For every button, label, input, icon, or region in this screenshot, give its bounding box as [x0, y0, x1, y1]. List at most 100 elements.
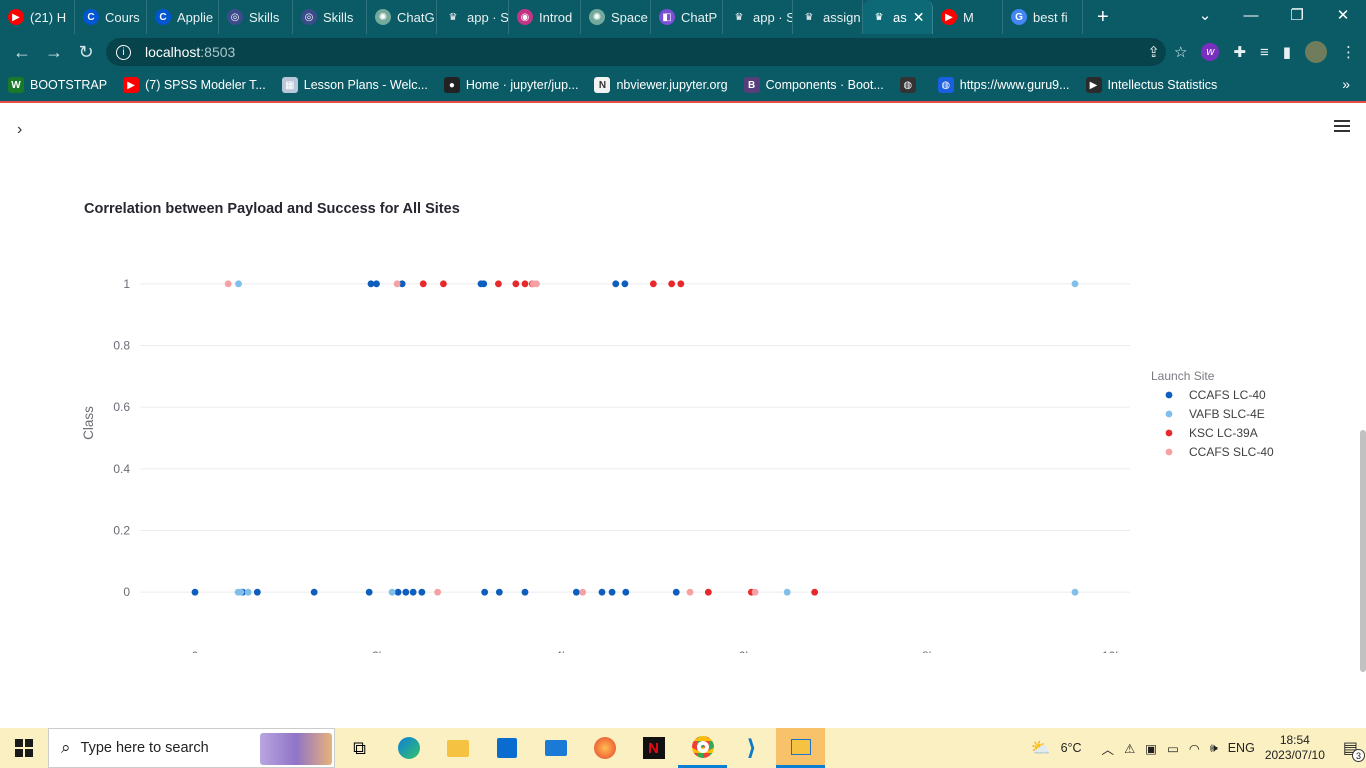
- network-warning-icon[interactable]: ⚠: [1124, 741, 1135, 756]
- data-point[interactable]: [224, 280, 232, 288]
- data-point[interactable]: [244, 588, 252, 596]
- data-point[interactable]: [480, 280, 488, 288]
- data-point[interactable]: [440, 280, 447, 288]
- weather-temp[interactable]: 6°C: [1061, 741, 1082, 755]
- bookmark-1[interactable]: ▶ (7) SPSS Modeler T...: [115, 77, 274, 93]
- bookmark-0[interactable]: W BOOTSTRAP: [0, 77, 115, 93]
- data-point[interactable]: [495, 280, 502, 288]
- bookmark-2[interactable]: ▦ Lesson Plans - Welc...: [274, 77, 436, 93]
- data-point[interactable]: [481, 588, 489, 596]
- bookmark-6[interactable]: ◍: [892, 77, 930, 93]
- scatter-chart[interactable]: 00.20.40.60.8102k4k6k8k10kPayload Mass (…: [0, 253, 1340, 653]
- tab-8[interactable]: ✺ Space: [581, 0, 651, 34]
- meet-now-icon[interactable]: ▣: [1145, 741, 1157, 756]
- data-point[interactable]: [237, 588, 245, 596]
- data-point[interactable]: [621, 280, 629, 288]
- page-scrollbar[interactable]: [1360, 430, 1366, 672]
- bookmark-8[interactable]: ▶ Intellectus Statistics: [1078, 77, 1226, 93]
- data-point[interactable]: [365, 588, 373, 596]
- legend-marker[interactable]: [1165, 429, 1173, 437]
- data-point[interactable]: [1071, 588, 1079, 596]
- chrome-icon[interactable]: [678, 728, 727, 768]
- tab-10[interactable]: ♛ app · S: [723, 0, 793, 34]
- main-menu-icon[interactable]: [1334, 120, 1350, 135]
- show-hidden-icons-icon[interactable]: ︿: [1102, 739, 1115, 758]
- data-point[interactable]: [1071, 280, 1079, 288]
- bookmarks-overflow-icon[interactable]: »: [1342, 76, 1350, 92]
- close-tab-icon[interactable]: ✕: [913, 9, 925, 26]
- tab-5[interactable]: ✺ ChatG: [367, 0, 437, 34]
- menu-kebab-icon[interactable]: ⋮: [1341, 43, 1356, 61]
- tab-11[interactable]: ♛ assign: [793, 0, 863, 34]
- taskbar-search-box[interactable]: ⌕ Type here to search: [48, 728, 335, 768]
- tab-14[interactable]: Gbest fi: [1003, 0, 1083, 34]
- data-point[interactable]: [394, 588, 402, 596]
- data-point[interactable]: [649, 280, 657, 288]
- data-point[interactable]: [668, 280, 676, 288]
- new-tab-button[interactable]: +: [1083, 6, 1123, 29]
- legend-item-label[interactable]: VAFB SLC-4E: [1189, 407, 1265, 421]
- wifi-icon[interactable]: ◠: [1189, 741, 1200, 756]
- data-point[interactable]: [572, 588, 580, 596]
- data-point[interactable]: [612, 280, 620, 288]
- weather-icon[interactable]: ⛅: [1031, 738, 1051, 758]
- legend-item-label[interactable]: CCAFS LC-40: [1189, 388, 1266, 402]
- data-point[interactable]: [373, 280, 380, 288]
- data-point[interactable]: [751, 588, 759, 596]
- legend-marker[interactable]: [1165, 391, 1173, 399]
- sidebar-expand-chevron-icon[interactable]: ›: [17, 121, 22, 139]
- data-point[interactable]: [579, 588, 587, 596]
- data-point[interactable]: [419, 280, 427, 288]
- data-point[interactable]: [393, 280, 401, 288]
- volume-icon[interactable]: 🕪: [1210, 741, 1218, 756]
- data-point[interactable]: [677, 280, 685, 288]
- vscode-icon[interactable]: ⟩: [727, 728, 776, 768]
- onedrive-folder-icon[interactable]: [776, 728, 825, 768]
- language-indicator[interactable]: ENG: [1228, 741, 1255, 755]
- data-point[interactable]: [811, 588, 819, 596]
- tab-1[interactable]: C Cours: [75, 0, 147, 34]
- share-icon[interactable]: ⇪: [1147, 43, 1160, 61]
- bookmark-7[interactable]: ◍ https://www.guru9...: [930, 77, 1078, 93]
- data-point[interactable]: [409, 588, 417, 596]
- firefox-icon[interactable]: [580, 728, 629, 768]
- bookmark-3[interactable]: ● Home · jupyter/jup...: [436, 77, 587, 93]
- data-point[interactable]: [402, 588, 410, 596]
- side-panel-icon[interactable]: ▮: [1283, 43, 1291, 61]
- legend-marker[interactable]: [1165, 448, 1173, 456]
- task-view-icon[interactable]: ⧉: [335, 728, 384, 768]
- data-point[interactable]: [418, 588, 426, 596]
- data-point[interactable]: [704, 588, 712, 596]
- data-point[interactable]: [235, 280, 242, 288]
- data-point[interactable]: [495, 588, 503, 596]
- bookmark-5[interactable]: B Components · Boot...: [736, 77, 892, 93]
- legend-item-label[interactable]: KSC LC-39A: [1189, 426, 1258, 440]
- data-point[interactable]: [533, 280, 540, 288]
- microsoft-store-icon[interactable]: [482, 728, 531, 768]
- extension-w-icon[interactable]: w: [1201, 43, 1220, 61]
- reload-icon[interactable]: ↻: [70, 36, 102, 68]
- address-bar[interactable]: i localhost:8503: [106, 38, 1166, 66]
- data-point[interactable]: [253, 588, 261, 596]
- forward-icon[interactable]: →: [38, 36, 70, 68]
- netflix-icon[interactable]: N: [629, 728, 678, 768]
- edge-icon[interactable]: [384, 728, 433, 768]
- tab-13[interactable]: ▶ M: [933, 0, 1003, 34]
- notifications-icon[interactable]: ▤ 3: [1343, 738, 1365, 762]
- data-point[interactable]: [622, 588, 630, 596]
- reading-list-icon[interactable]: ≡: [1260, 44, 1269, 61]
- back-icon[interactable]: ←: [6, 36, 38, 68]
- data-point[interactable]: [672, 588, 680, 596]
- bookmark-4[interactable]: Nnbviewer.jupyter.org: [586, 77, 735, 93]
- tab-search-icon[interactable]: ⌄: [1182, 0, 1228, 30]
- site-info-icon[interactable]: i: [116, 44, 131, 60]
- clock[interactable]: 18:54 2023/07/10: [1265, 733, 1325, 763]
- data-point[interactable]: [434, 588, 442, 596]
- profile-avatar[interactable]: [1305, 41, 1327, 63]
- mail-icon[interactable]: [531, 728, 580, 768]
- file-explorer-icon[interactable]: [433, 728, 482, 768]
- windows-start-icon[interactable]: [0, 728, 48, 768]
- tab-12[interactable]: ♛ as ✕: [863, 0, 933, 34]
- data-point[interactable]: [191, 588, 199, 596]
- tab-6[interactable]: ♛ app · S: [437, 0, 509, 34]
